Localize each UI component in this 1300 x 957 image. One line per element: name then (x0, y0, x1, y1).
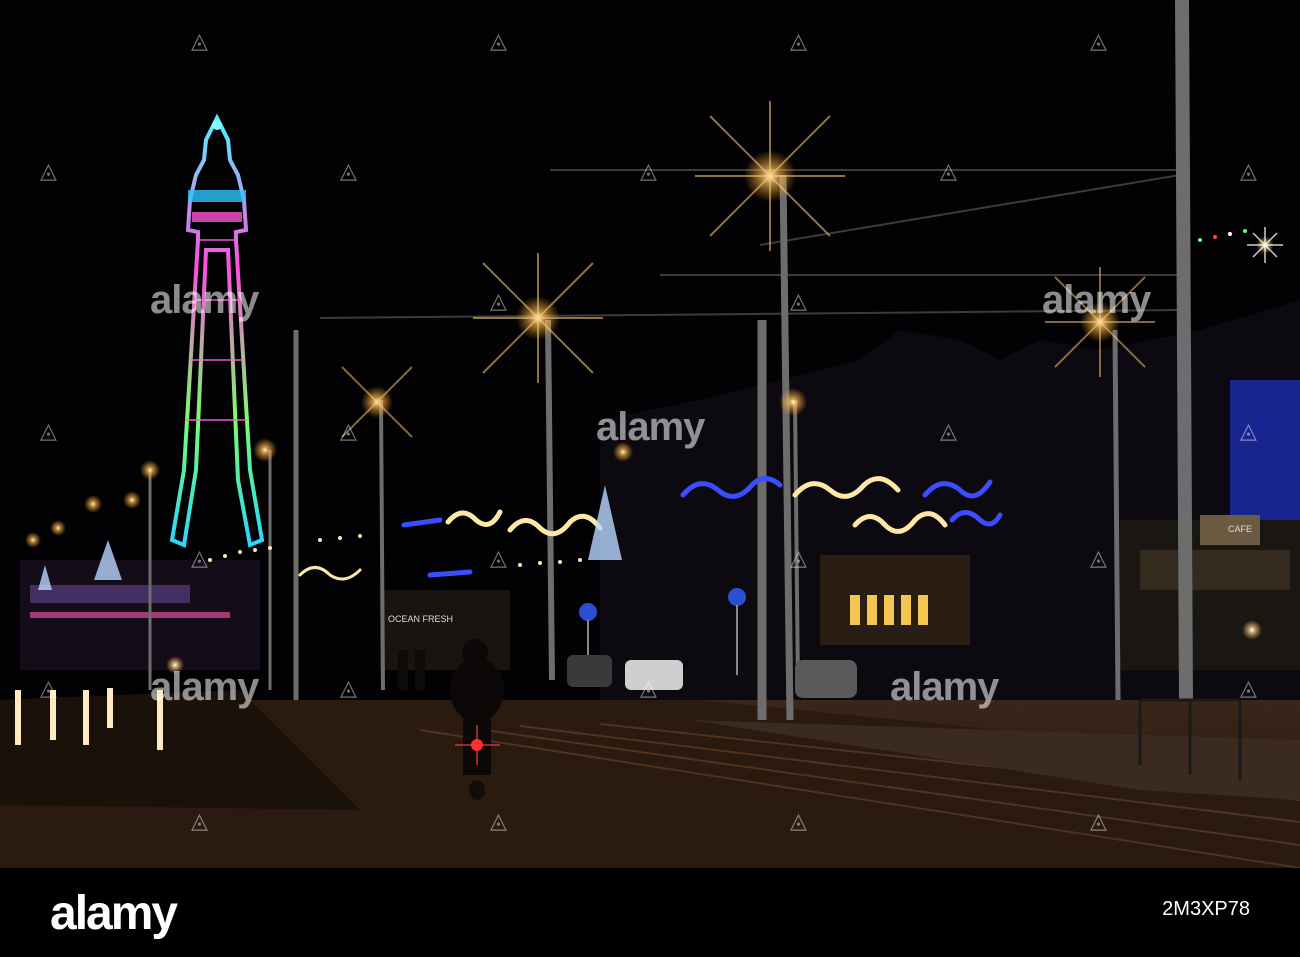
stock-banner: alamy 2M3XP78 (0, 868, 1300, 957)
shop-sign-cafe: CAFE (1228, 524, 1252, 534)
stock-logo: alamy (50, 887, 178, 940)
image-id: 2M3XP78 (1162, 898, 1250, 920)
night-street-photo: OCEAN FRESH CAFE alamy alamy alamy alamy… (0, 0, 1300, 868)
shop-sign-ocean-fresh: OCEAN FRESH (388, 614, 453, 624)
